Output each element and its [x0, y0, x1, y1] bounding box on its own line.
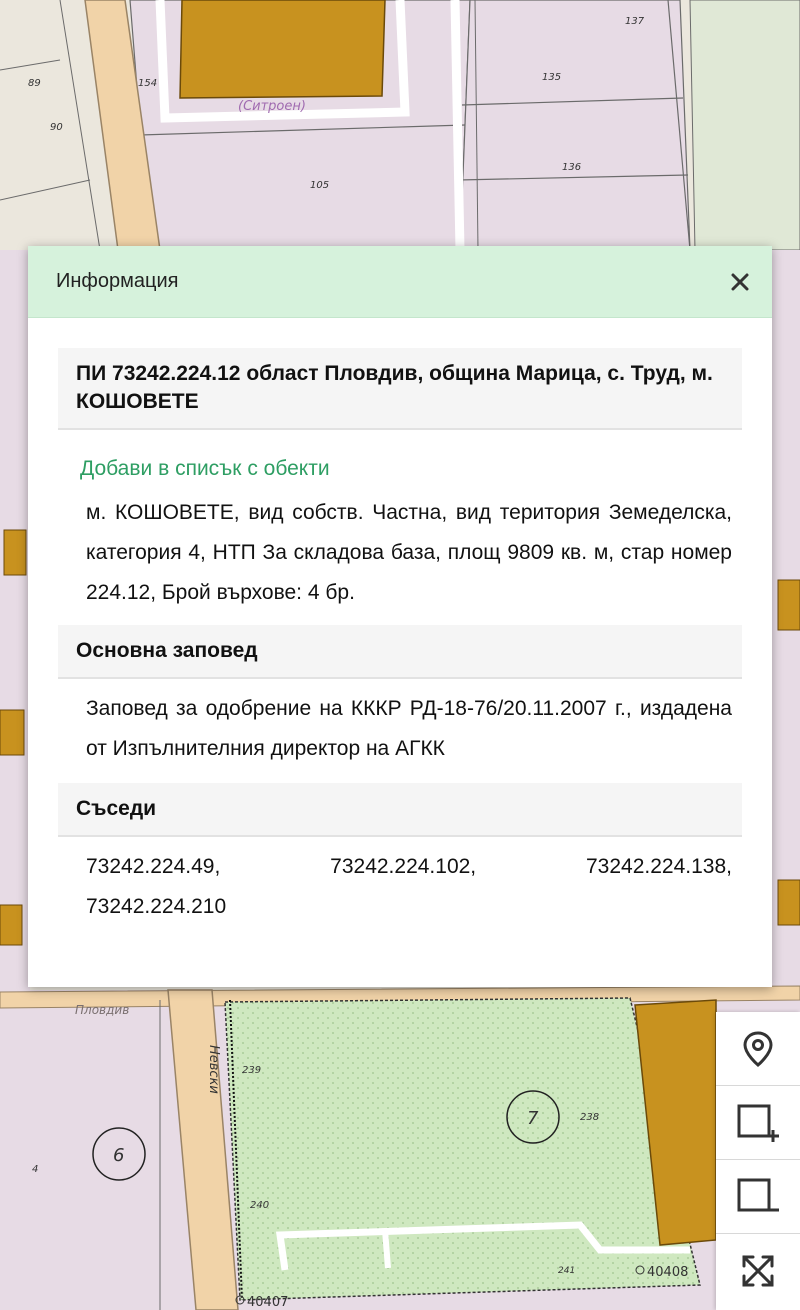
neighbors-list: 73242.224.49, 73242.224.102, 73242.224.1…	[58, 837, 742, 927]
neighbors-heading: Съседи	[58, 783, 742, 837]
street-label: Невски	[206, 1045, 221, 1094]
map-toolbar	[716, 1012, 800, 1310]
parcel-heading: ПИ 73242.224.12 област Пловдив, община М…	[58, 348, 742, 430]
zoom-box-out-button[interactable]	[716, 1160, 800, 1234]
location-pin-icon	[743, 1030, 773, 1067]
parcel-label: 136	[562, 162, 581, 173]
point-label: 40408	[647, 1265, 688, 1280]
parcel-label: 105	[310, 180, 329, 191]
street-label: Пловдив	[75, 1003, 129, 1017]
panel-header: Информация	[28, 246, 772, 318]
zoom-box-in-button[interactable]	[716, 1086, 800, 1160]
parcel-area	[459, 0, 691, 251]
parcel-label: 239	[242, 1065, 261, 1076]
panel-title: Информация	[56, 270, 179, 292]
parcel-label: 154	[138, 78, 157, 89]
close-icon	[731, 273, 749, 290]
parcel-label: 240	[250, 1200, 269, 1211]
order-text: Заповед за одобрение на КККР РД-18-76/20…	[86, 697, 732, 760]
neighbor-link[interactable]: 73242.224.49,	[86, 847, 220, 887]
neighbor-link[interactable]: 73242.224.210	[86, 887, 732, 927]
parcel-description: м. КОШОВЕТЕ, вид собств. Частна, вид тер…	[86, 501, 732, 604]
parcel-label: 4	[32, 1164, 38, 1175]
info-panel: Информация ПИ 73242.224.12 област Пловди…	[28, 246, 772, 987]
street-label: (Ситроен)	[238, 99, 306, 114]
building	[179, 0, 386, 99]
locate-button[interactable]	[716, 1012, 800, 1086]
region-marker-label: 6	[113, 1145, 124, 1166]
parcel-label: 137	[625, 16, 645, 27]
parcel-label: 89	[28, 78, 41, 89]
add-to-list-link[interactable]: Добави в списък с обекти	[80, 457, 330, 481]
parcel-label: 238	[580, 1112, 599, 1123]
neighbor-link[interactable]: 73242.224.138,	[586, 847, 732, 887]
fullscreen-icon	[742, 1255, 774, 1287]
parcel-label: 241	[558, 1266, 575, 1276]
region-marker-label: 7	[527, 1108, 539, 1129]
green-area	[224, 997, 701, 1301]
panel-body: ПИ 73242.224.12 област Пловдив, община М…	[28, 318, 772, 927]
neighbor-link[interactable]: 73242.224.102,	[330, 847, 476, 887]
point-label: 40407	[247, 1295, 288, 1310]
close-button[interactable]	[726, 268, 754, 296]
zoom-box-out-icon	[737, 1178, 779, 1211]
order-heading: Основна заповед	[58, 625, 742, 679]
parcel-label: 135	[542, 72, 561, 83]
parcel-label: 90	[50, 122, 63, 133]
zoom-box-in-icon	[737, 1104, 779, 1142]
fullscreen-button[interactable]	[716, 1234, 800, 1308]
